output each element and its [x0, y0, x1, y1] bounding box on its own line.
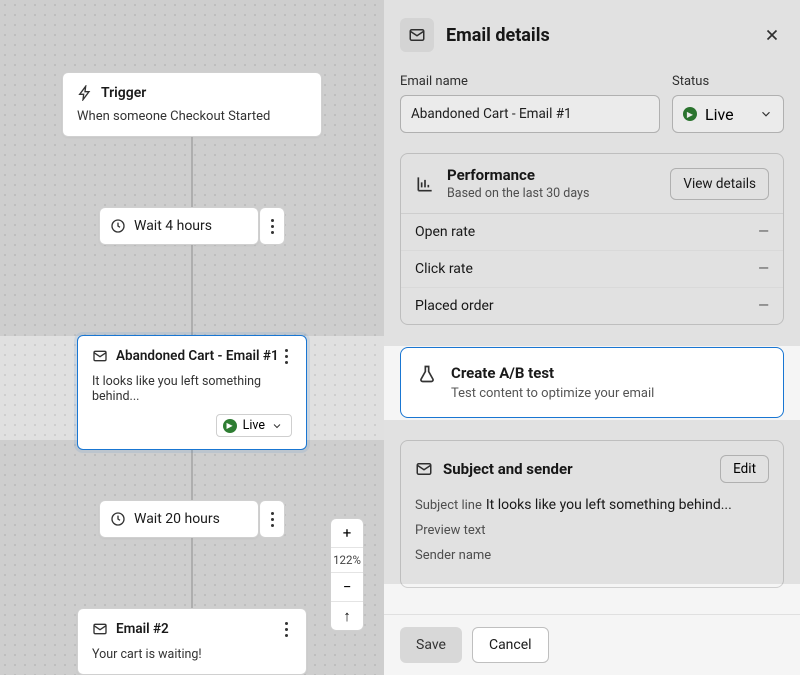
email-2-desc: Your cart is waiting! [92, 647, 292, 662]
flask-icon [417, 364, 437, 401]
email-1-menu[interactable] [276, 346, 296, 366]
ab-title: Create A/B test [451, 364, 654, 382]
play-icon: ▶ [683, 107, 697, 121]
trigger-label: Trigger [101, 85, 146, 101]
wait-label: Wait 20 hours [134, 511, 220, 527]
trigger-desc: When someone Checkout Started [77, 109, 307, 124]
trigger-node[interactable]: Trigger When someone Checkout Started [62, 72, 322, 137]
view-details-button[interactable]: View details [670, 168, 769, 200]
perf-open-rate: Open rate— [401, 214, 783, 250]
details-panel: Email details Email name Status ▶ Live [384, 0, 800, 675]
email-name-input[interactable] [400, 95, 660, 133]
zoom-percent: 122% [331, 547, 363, 572]
play-icon: ▶ [223, 419, 237, 433]
clock-icon [110, 511, 126, 527]
subject-line-value: It looks like you left something behind.… [486, 497, 732, 513]
mail-icon [92, 621, 108, 637]
zoom-reset-button[interactable]: ↑ [331, 601, 363, 630]
email-1-desc: It looks like you left something behind.… [92, 374, 292, 404]
chart-icon [415, 174, 435, 194]
performance-subtitle: Based on the last 30 days [447, 186, 658, 201]
create-ab-test-button[interactable]: Create A/B test Test content to optimize… [400, 347, 784, 418]
save-button[interactable]: Save [400, 627, 462, 663]
flow-canvas[interactable]: Trigger When someone Checkout Started Wa… [0, 0, 384, 675]
subject-title: Subject and sender [443, 460, 710, 478]
zoom-controls: + 122% − ↑ [330, 518, 364, 631]
clock-icon [110, 218, 126, 234]
mail-icon [92, 348, 108, 364]
perf-placed-order: Placed order— [401, 287, 783, 324]
edit-subject-button[interactable]: Edit [720, 455, 769, 483]
email-node-2[interactable]: Email #2 Your cart is waiting! [77, 608, 307, 675]
performance-title: Performance [447, 166, 658, 184]
mail-icon [400, 18, 434, 52]
email-2-menu[interactable] [276, 619, 296, 639]
panel-footer: Save Cancel [384, 614, 800, 675]
wait-node-2[interactable]: Wait 20 hours [99, 500, 259, 538]
chevron-down-icon [759, 107, 773, 121]
email-node-1[interactable]: Abandoned Cart - Email #1 It looks like … [77, 335, 307, 450]
status-label: Status [672, 74, 784, 89]
close-button[interactable] [760, 23, 784, 47]
zoom-out-button[interactable]: − [331, 572, 363, 601]
email-name-label: Email name [400, 74, 660, 89]
cancel-button[interactable]: Cancel [472, 627, 549, 663]
email-2-title: Email #2 [116, 621, 169, 637]
chevron-down-icon [271, 420, 283, 432]
email-1-status[interactable]: ▶ Live [216, 414, 292, 437]
sender-name-label: Sender name [415, 548, 491, 563]
email-1-title: Abandoned Cart - Email #1 [116, 348, 279, 364]
subject-line-label: Subject line [415, 498, 482, 513]
ab-subtitle: Test content to optimize your email [451, 386, 654, 401]
bolt-icon [77, 85, 93, 101]
panel-title: Email details [446, 25, 748, 46]
perf-click-rate: Click rate— [401, 250, 783, 287]
preview-text-label: Preview text [415, 523, 486, 538]
wait-label: Wait 4 hours [134, 218, 212, 234]
wait-2-menu[interactable] [259, 500, 285, 538]
status-select[interactable]: ▶ Live [672, 95, 784, 133]
mail-icon [415, 460, 433, 478]
subject-sender-card: Subject and sender Edit Subject line It … [400, 440, 784, 588]
wait-1-menu[interactable] [259, 207, 285, 245]
zoom-in-button[interactable]: + [331, 519, 363, 547]
wait-node-1[interactable]: Wait 4 hours [99, 207, 259, 245]
performance-card: Performance Based on the last 30 days Vi… [400, 153, 784, 325]
